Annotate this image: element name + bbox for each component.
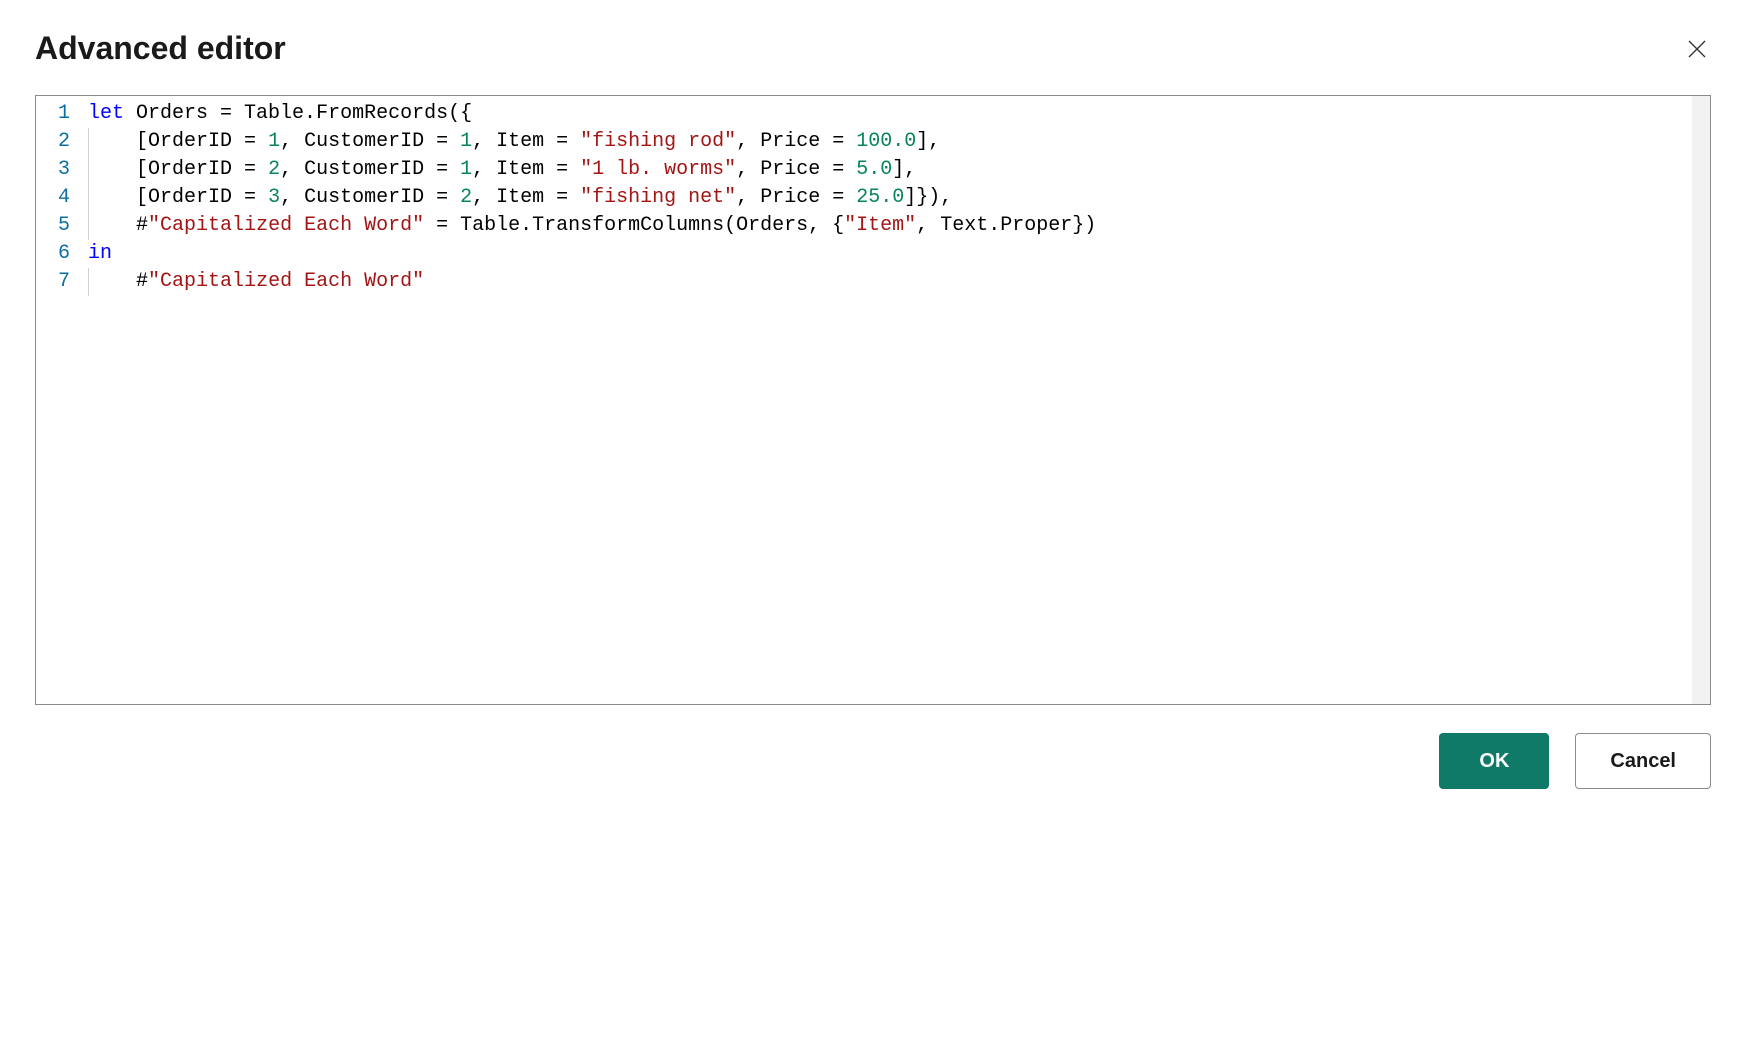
code-token: = Table.TransformColumns(Orders, { xyxy=(424,214,844,237)
code-token: 1 xyxy=(268,130,280,153)
code-line[interactable]: #"Capitalized Each Word" xyxy=(88,268,1710,296)
line-number: 4 xyxy=(58,184,70,212)
code-token: ], xyxy=(916,130,940,153)
code-token: 2 xyxy=(268,158,280,181)
line-number: 2 xyxy=(58,128,70,156)
code-line[interactable]: [OrderID = 1, CustomerID = 1, Item = "fi… xyxy=(88,128,1710,156)
code-token: [OrderID = xyxy=(136,130,268,153)
code-token: 2 xyxy=(460,186,472,209)
line-number: 7 xyxy=(58,268,70,296)
code-token: 3 xyxy=(268,186,280,209)
code-token: "Capitalized Each Word" xyxy=(148,270,424,293)
code-token: , CustomerID = xyxy=(280,130,460,153)
code-token: , Text.Proper}) xyxy=(916,214,1096,237)
code-token: "Capitalized Each Word" xyxy=(148,214,424,237)
code-token: "1 lb. worms" xyxy=(580,158,736,181)
code-token: 100.0 xyxy=(856,130,916,153)
code-token: ]}), xyxy=(904,186,952,209)
cancel-button[interactable]: Cancel xyxy=(1575,733,1711,789)
vertical-scrollbar[interactable] xyxy=(1692,96,1710,704)
code-token: , CustomerID = xyxy=(280,158,460,181)
code-line[interactable]: in xyxy=(88,240,1710,268)
close-icon xyxy=(1685,37,1709,61)
code-token: "fishing rod" xyxy=(580,130,736,153)
code-token: [OrderID = xyxy=(136,186,268,209)
code-token: 1 xyxy=(460,158,472,181)
code-content[interactable]: let Orders = Table.FromRecords({ [OrderI… xyxy=(88,100,1710,296)
code-token: , Price = xyxy=(736,130,856,153)
code-line[interactable]: let Orders = Table.FromRecords({ xyxy=(88,100,1710,128)
code-token: 5.0 xyxy=(856,158,892,181)
code-token: 25.0 xyxy=(856,186,904,209)
code-token: "Item" xyxy=(844,214,916,237)
code-token: [OrderID = xyxy=(136,158,268,181)
code-token: "fishing net" xyxy=(580,186,736,209)
line-number-gutter: 1234567 xyxy=(36,100,88,296)
code-token: let xyxy=(88,102,124,125)
line-number: 5 xyxy=(58,212,70,240)
line-number: 3 xyxy=(58,156,70,184)
code-token: , CustomerID = xyxy=(280,186,460,209)
close-button[interactable] xyxy=(1683,35,1711,63)
ok-button[interactable]: OK xyxy=(1439,733,1549,789)
code-token: ], xyxy=(892,158,916,181)
code-editor[interactable]: 1234567 let Orders = Table.FromRecords({… xyxy=(35,95,1711,705)
code-token: , Item = xyxy=(472,130,580,153)
code-token: , Item = xyxy=(472,158,580,181)
code-token: in xyxy=(88,242,112,265)
line-number: 6 xyxy=(58,240,70,268)
code-token: # xyxy=(136,214,148,237)
code-token: , Item = xyxy=(472,186,580,209)
line-number: 1 xyxy=(58,100,70,128)
code-token: # xyxy=(136,270,148,293)
code-line[interactable]: [OrderID = 2, CustomerID = 1, Item = "1 … xyxy=(88,156,1710,184)
dialog-header: Advanced editor xyxy=(35,30,1711,67)
dialog-footer: OK Cancel xyxy=(35,733,1711,789)
code-token: , Price = xyxy=(736,158,856,181)
code-token: 1 xyxy=(460,130,472,153)
code-line[interactable]: #"Capitalized Each Word" = Table.Transfo… xyxy=(88,212,1710,240)
code-token: Orders = Table.FromRecords({ xyxy=(124,102,472,125)
dialog-title: Advanced editor xyxy=(35,30,286,67)
code-token: , Price = xyxy=(736,186,856,209)
code-line[interactable]: [OrderID = 3, CustomerID = 2, Item = "fi… xyxy=(88,184,1710,212)
